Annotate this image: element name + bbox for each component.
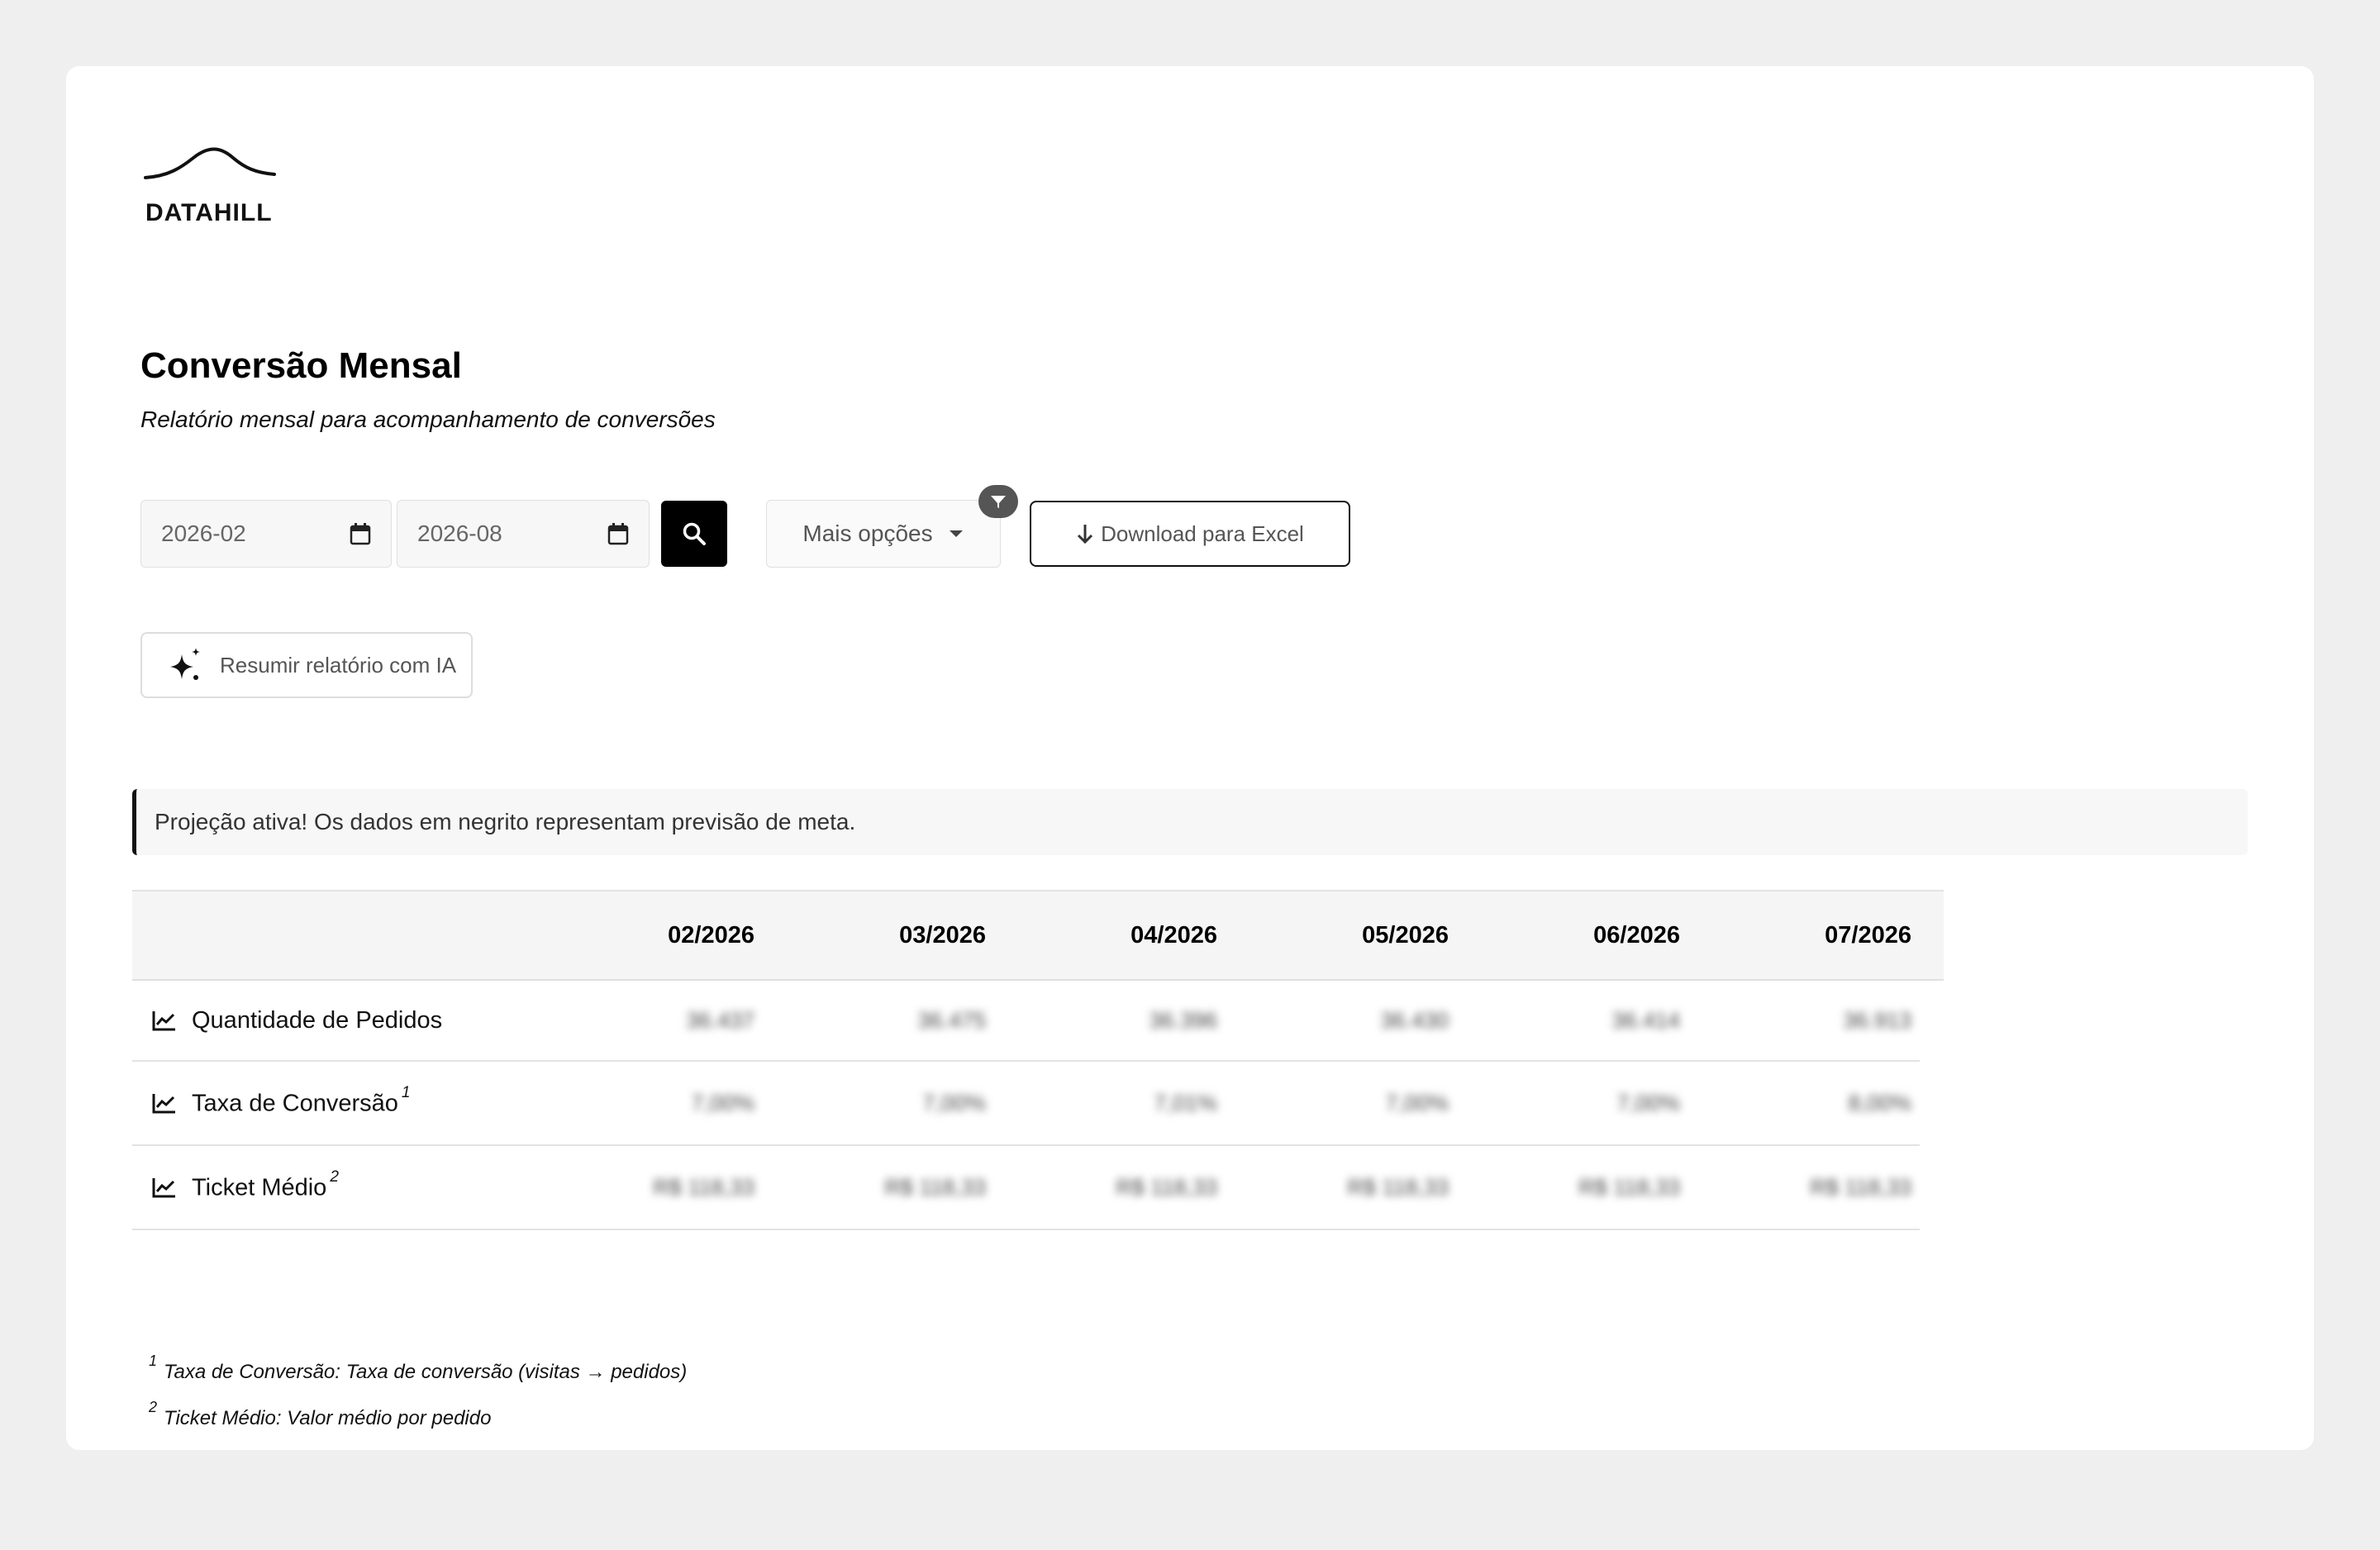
table-cell: 7,00%: [1616, 1090, 1680, 1115]
download-excel-label: Download para Excel: [1101, 521, 1304, 546]
row-label-text: Taxa de Conversão: [192, 1090, 398, 1117]
table-cell: 36.913: [1843, 1007, 1911, 1033]
table-cell: 36.475: [917, 1007, 986, 1033]
report-card: DATAHILL Conversão Mensal Relatório mens…: [66, 66, 2314, 1450]
column-header: 03/2026: [899, 922, 986, 949]
footnote-marker: 2: [330, 1167, 339, 1186]
filter-badge[interactable]: [978, 485, 1018, 518]
end-month-value: 2026-08: [417, 521, 502, 546]
footnote-number: 2: [149, 1399, 158, 1415]
table-header: 02/2026 03/2026 04/2026 05/2026 06/2026 …: [132, 890, 1944, 981]
search-icon: [683, 522, 706, 545]
table-cell: 36.414: [1611, 1007, 1680, 1033]
footnote-marker: 1: [401, 1083, 411, 1101]
table-cell: R$ 118,33: [884, 1174, 986, 1200]
datahill-logo: DATAHILL: [144, 145, 284, 227]
more-options-button[interactable]: Mais opções: [766, 500, 1001, 568]
arrow-down-icon: [1078, 525, 1093, 544]
page-title: Conversão Mensal: [140, 345, 462, 386]
row-label-text: Ticket Médio: [192, 1174, 327, 1201]
column-header: 02/2026: [668, 922, 754, 949]
calendar-icon[interactable]: [607, 522, 629, 545]
column-header: 06/2026: [1593, 922, 1680, 949]
ai-summary-label: Resumir relatório com IA: [220, 652, 457, 678]
page-subtitle: Relatório mensal para acompanhamento de …: [140, 407, 716, 432]
table-cell: 36.437: [686, 1007, 754, 1033]
table-row: Taxa de Conversão 1 7,00% 7,00% 7,01% 7,0…: [132, 1062, 1920, 1146]
row-label-text: Quantidade de Pedidos: [192, 1006, 443, 1034]
row-label: Ticket Médio 2: [152, 1146, 339, 1229]
table-cell: R$ 118,33: [653, 1174, 754, 1200]
caret-down-icon: [949, 530, 963, 537]
footnote-number: 1: [149, 1353, 158, 1369]
table-cell: R$ 118,33: [1116, 1174, 1217, 1200]
footnote: 1 Taxa de Conversão: Taxa de conversão (v…: [149, 1353, 688, 1384]
column-header: 07/2026: [1825, 922, 1911, 949]
table-cell: 7,01%: [1154, 1090, 1217, 1115]
table-cell: R$ 118,33: [1810, 1174, 1911, 1200]
footnote-text: Taxa de Conversão: Taxa de conversão (vi…: [164, 1361, 688, 1383]
start-month-input[interactable]: 2026-02: [140, 500, 392, 568]
sparkles-icon: [170, 648, 200, 680]
footnote-text: Ticket Médio: Valor médio por pedido: [164, 1407, 492, 1429]
line-chart-icon: [152, 1178, 175, 1198]
filter-icon: [991, 496, 1006, 508]
table-cell: 36.396: [1149, 1007, 1217, 1033]
table-cell: 36.430: [1380, 1007, 1449, 1033]
start-month-value: 2026-02: [161, 521, 246, 546]
ai-summary-button[interactable]: Resumir relatório com IA: [140, 632, 473, 698]
table-cell: 7,00%: [922, 1090, 986, 1115]
table-row: Quantidade de Pedidos 36.437 36.475 36.3…: [132, 981, 1920, 1062]
row-label: Quantidade de Pedidos: [152, 981, 442, 1060]
table-cell: R$ 118,33: [1578, 1174, 1680, 1200]
calendar-icon[interactable]: [350, 522, 371, 545]
table-row: Ticket Médio 2 R$ 118,33 R$ 118,33 R$ 118…: [132, 1146, 1920, 1230]
column-header: 04/2026: [1130, 922, 1217, 949]
line-chart-icon: [152, 1094, 175, 1114]
table-cell: 7,00%: [1385, 1090, 1449, 1115]
table-cell: 8,00%: [1848, 1090, 1911, 1115]
search-button[interactable]: [661, 501, 727, 567]
end-month-input[interactable]: 2026-08: [397, 500, 650, 568]
row-label: Taxa de Conversão 1: [152, 1062, 410, 1144]
download-excel-button[interactable]: Download para Excel: [1030, 501, 1350, 567]
column-header: 05/2026: [1362, 922, 1449, 949]
more-options-label: Mais opções: [802, 521, 933, 546]
line-chart-icon: [152, 1011, 175, 1031]
conversion-table: 02/2026 03/2026 04/2026 05/2026 06/2026 …: [132, 890, 1944, 1230]
table-cell: R$ 118,33: [1347, 1174, 1449, 1200]
hill-logo-icon: [144, 147, 276, 179]
projection-notice: Projeção ativa! Os dados em negrito repr…: [132, 789, 2248, 855]
footnote: 2 Ticket Médio: Valor médio por pedido: [149, 1399, 492, 1430]
logo-text: DATAHILL: [145, 199, 273, 226]
table-cell: 7,00%: [691, 1090, 754, 1115]
projection-notice-text: Projeção ativa! Os dados em negrito repr…: [155, 809, 856, 834]
